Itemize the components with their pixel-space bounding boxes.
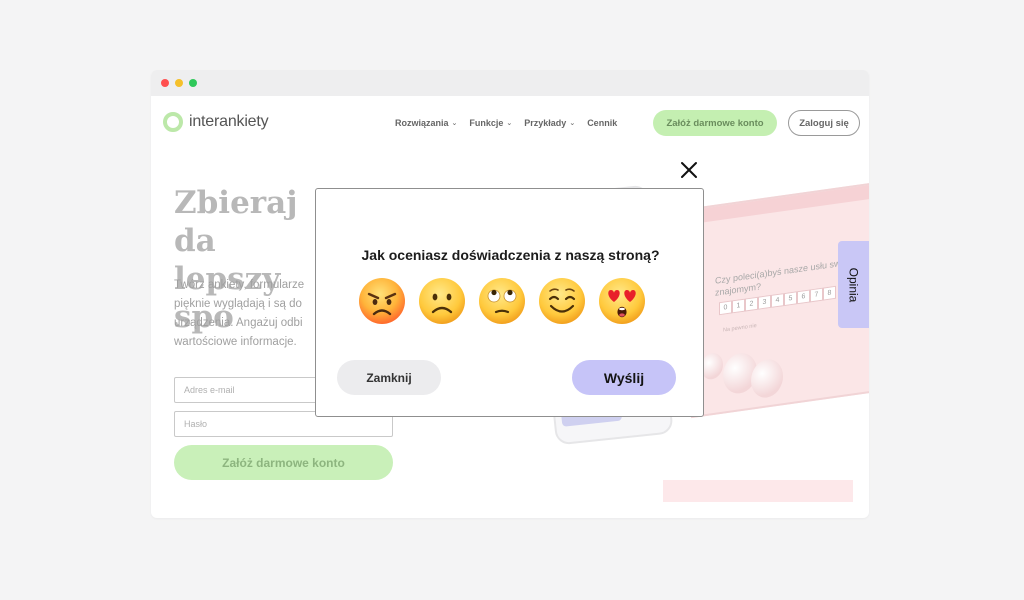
send-button[interactable]: Wyślij bbox=[572, 360, 676, 395]
nps-option: 2 bbox=[745, 296, 758, 312]
emoji-rating-row bbox=[358, 277, 646, 325]
menu-item-przyklady[interactable]: Przykłady ⌄ bbox=[524, 118, 575, 128]
feedback-tab[interactable]: Opinia bbox=[838, 241, 869, 328]
menu-item-label: Funkcje bbox=[469, 118, 504, 128]
nps-option: 3 bbox=[758, 294, 771, 310]
menu-item-cennik[interactable]: Cennik bbox=[587, 118, 617, 128]
window-minimize-dot[interactable] bbox=[175, 79, 183, 87]
window-maximize-dot[interactable] bbox=[189, 79, 197, 87]
window-close-dot[interactable] bbox=[161, 79, 169, 87]
angry-face-icon[interactable] bbox=[358, 277, 406, 325]
menu-item-label: Przykłady bbox=[524, 118, 567, 128]
heart-eyes-face-icon[interactable] bbox=[598, 277, 646, 325]
chevron-down-icon: ⌄ bbox=[506, 120, 513, 127]
site-logo[interactable]: interankiety bbox=[163, 112, 269, 132]
browser-titlebar bbox=[151, 70, 869, 96]
site-header: interankiety Rozwiązania ⌄ Funkcje ⌄ Prz… bbox=[151, 96, 869, 150]
modal-question: Jak oceniasz doświadczenia z naszą stron… bbox=[361, 247, 660, 263]
balloon-image bbox=[701, 351, 723, 381]
pink-strip bbox=[663, 480, 853, 502]
hero-description: Twórz ankiety, formularze pięknie wygląd… bbox=[174, 279, 305, 348]
eye-roll-face-icon[interactable] bbox=[478, 277, 526, 325]
menu-item-funkcje[interactable]: Funkcje ⌄ bbox=[469, 118, 512, 128]
nps-scale-label: Na pewno nie bbox=[723, 322, 757, 334]
close-modal-button[interactable]: Zamknij bbox=[337, 360, 441, 395]
smiling-face-icon[interactable] bbox=[538, 277, 586, 325]
rating-modal: Jak oceniasz doświadczenia z naszą stron… bbox=[315, 188, 704, 417]
frowning-face-icon[interactable] bbox=[418, 277, 466, 325]
signup-top-button[interactable]: Załóż darmowe konto bbox=[653, 110, 777, 136]
login-button[interactable]: Zaloguj się bbox=[788, 110, 860, 136]
logo-ring-icon bbox=[163, 112, 183, 132]
feedback-tab-label: Opinia bbox=[846, 267, 861, 302]
chevron-down-icon: ⌄ bbox=[569, 120, 576, 127]
nps-option: 7 bbox=[810, 287, 823, 303]
menu-item-rozwiazania[interactable]: Rozwiązania ⌄ bbox=[395, 118, 457, 128]
nps-option: 1 bbox=[732, 298, 745, 314]
tablet-header bbox=[693, 178, 869, 224]
nps-option: 8 bbox=[823, 285, 836, 301]
close-icon[interactable] bbox=[678, 159, 700, 181]
nps-option: 0 bbox=[719, 300, 732, 316]
nps-option: 5 bbox=[784, 291, 797, 307]
chevron-down-icon: ⌄ bbox=[451, 120, 458, 127]
nps-option: 6 bbox=[797, 289, 810, 305]
menu-item-label: Cennik bbox=[587, 118, 618, 128]
signup-main-button[interactable]: Załóż darmowe konto bbox=[174, 445, 393, 480]
logo-text: interankiety bbox=[189, 113, 269, 130]
main-menu: Rozwiązania ⌄ Funkcje ⌄ Przykłady ⌄ Cenn… bbox=[395, 118, 629, 128]
nps-option: 4 bbox=[771, 293, 784, 308]
menu-item-label: Rozwiązania bbox=[395, 118, 449, 128]
